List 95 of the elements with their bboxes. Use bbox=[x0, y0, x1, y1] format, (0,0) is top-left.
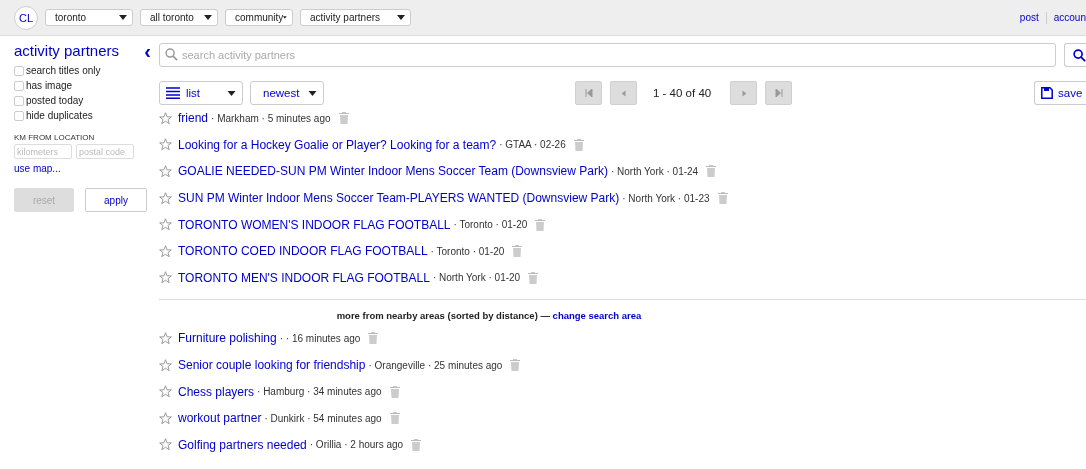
listing-title[interactable]: Furniture polishing bbox=[178, 331, 277, 346]
listing-meta: · Hamburg · 34 minutes ago bbox=[257, 386, 382, 398]
listing-meta: · · 16 minutes ago bbox=[279, 332, 361, 344]
checkbox[interactable] bbox=[14, 65, 24, 76]
category-select[interactable]: activity partners bbox=[300, 9, 411, 26]
caret-icon bbox=[397, 15, 405, 20]
listing-title[interactable]: workout partner bbox=[178, 411, 262, 426]
listing-meta: · Orangeville · 25 minutes ago bbox=[368, 359, 503, 371]
caret-icon bbox=[119, 15, 127, 20]
view-dropdown[interactable]: list bbox=[159, 81, 243, 105]
search-field[interactable]: search activity partners bbox=[159, 43, 1056, 67]
star-icon[interactable] bbox=[159, 271, 172, 285]
filter-label: has image bbox=[26, 80, 73, 91]
section-heading: KM FROM LOCATION bbox=[14, 133, 96, 142]
category-select[interactable]: community bbox=[225, 9, 293, 26]
listing-title[interactable]: Golfing partners needed bbox=[178, 437, 307, 452]
category-select[interactable]: all toronto bbox=[140, 9, 218, 26]
apply-button[interactable]: apply bbox=[85, 188, 147, 212]
star-icon[interactable] bbox=[159, 111, 172, 125]
listing-meta: · Markham · 5 minutes ago bbox=[211, 112, 331, 124]
trash-icon[interactable] bbox=[338, 112, 349, 125]
caret-icon bbox=[227, 90, 236, 96]
caret-icon bbox=[283, 15, 287, 20]
filter-label: search titles only bbox=[26, 65, 101, 76]
star-icon[interactable] bbox=[159, 385, 172, 399]
header-link[interactable]: post bbox=[1019, 12, 1039, 23]
listing-meta: · Orillia · 2 hours ago bbox=[309, 439, 404, 451]
trash-icon[interactable] bbox=[528, 271, 539, 284]
listing-meta: · North York · 01-23 bbox=[622, 192, 710, 204]
search-button[interactable] bbox=[1064, 43, 1086, 67]
first-page-icon bbox=[584, 89, 593, 97]
filter-label: hide duplicates bbox=[26, 110, 93, 121]
trash-icon[interactable] bbox=[368, 332, 379, 345]
last-page-button[interactable] bbox=[765, 81, 793, 105]
listing-title[interactable]: friend bbox=[178, 111, 209, 126]
listing-title[interactable]: TORONTO WOMEN'S INDOOR FLAG FOOTBALL bbox=[178, 217, 451, 232]
trash-icon[interactable] bbox=[510, 359, 521, 372]
right-triangle-icon bbox=[740, 89, 747, 97]
trash-icon[interactable] bbox=[573, 138, 584, 151]
trash-icon[interactable] bbox=[389, 385, 400, 398]
caret-icon bbox=[308, 90, 317, 96]
caret-icon bbox=[204, 15, 212, 20]
nearby-heading: more from nearby areas (sorted by distance) — change search area bbox=[335, 310, 643, 322]
listing-title[interactable]: TORONTO COED INDOOR FLAG FOOTBALL bbox=[178, 244, 428, 259]
change-area-link[interactable]: change search area bbox=[552, 310, 642, 322]
checkbox[interactable] bbox=[14, 95, 24, 106]
star-icon[interactable] bbox=[159, 331, 172, 345]
listing-meta: · Toronto · 01-20 bbox=[430, 245, 505, 257]
header-link[interactable]: accoun bbox=[1053, 12, 1086, 23]
trash-icon[interactable] bbox=[512, 245, 523, 258]
listing-title[interactable]: Senior couple looking for friendship bbox=[178, 358, 366, 373]
collapse-button[interactable]: ‹ bbox=[144, 42, 151, 59]
save-search-button[interactable]: save bbox=[1034, 81, 1086, 105]
left-triangle-icon bbox=[620, 89, 627, 97]
page-range: 1 - 40 of 40 bbox=[653, 87, 712, 99]
listing-meta: · North York · 01-20 bbox=[432, 272, 521, 284]
sort-dropdown[interactable]: newest bbox=[250, 81, 324, 105]
logo[interactable]: CL bbox=[14, 5, 38, 30]
previous-page-button[interactable] bbox=[610, 81, 637, 105]
first-page-button[interactable] bbox=[575, 81, 602, 105]
listing-meta: · North York · 01-24 bbox=[610, 166, 699, 177]
listing-title[interactable]: SUN PM Winter Indoor Mens Soccer Team-PLAYERS WANTED (Downsview Park) bbox=[178, 191, 620, 206]
star-icon[interactable] bbox=[159, 138, 172, 152]
checkbox[interactable] bbox=[14, 110, 24, 121]
trash-icon[interactable] bbox=[706, 165, 717, 178]
search-icon bbox=[165, 48, 178, 61]
trash-icon[interactable] bbox=[411, 438, 422, 451]
list-icon bbox=[166, 87, 180, 99]
listing-title[interactable]: TORONTO MEN'S INDOOR FLAG FOOTBALL bbox=[178, 270, 430, 285]
listing-meta: · GTAA · 02-26 bbox=[499, 139, 566, 151]
listing-title[interactable]: Looking for a Hockey Goalie or Player? Looking for a team? bbox=[178, 137, 497, 152]
trash-icon[interactable] bbox=[535, 218, 546, 231]
star-icon[interactable] bbox=[159, 191, 172, 205]
star-icon[interactable] bbox=[159, 358, 172, 372]
last-page-icon bbox=[774, 89, 783, 97]
kilometers-field[interactable]: kilometers bbox=[14, 144, 72, 159]
star-icon[interactable] bbox=[159, 438, 172, 452]
listing-title[interactable]: Chess players bbox=[178, 384, 255, 399]
category-select[interactable]: toronto bbox=[45, 9, 133, 26]
star-icon[interactable] bbox=[159, 218, 172, 232]
listing-meta: · Dunkirk · 54 minutes ago bbox=[264, 412, 382, 424]
listing-title[interactable]: GOALIE NEEDED-SUN PM Winter Indoor Mens Soccer Team (Downsview Park) bbox=[178, 164, 608, 179]
postal-code-field[interactable]: postal code bbox=[76, 144, 134, 159]
star-icon[interactable] bbox=[159, 411, 172, 425]
map-link[interactable]: use map... bbox=[14, 163, 159, 174]
listing-meta: · Toronto · 01-20 bbox=[453, 219, 528, 231]
star-icon[interactable] bbox=[159, 165, 172, 178]
trash-icon[interactable] bbox=[389, 412, 400, 425]
next-page-button[interactable] bbox=[730, 81, 758, 105]
star-icon[interactable] bbox=[159, 244, 172, 258]
filter-label: posted today bbox=[26, 95, 84, 106]
trash-icon[interactable] bbox=[717, 192, 728, 205]
search-icon bbox=[1073, 48, 1086, 62]
category-title: activity partners bbox=[14, 42, 120, 59]
checkbox[interactable] bbox=[14, 80, 24, 91]
